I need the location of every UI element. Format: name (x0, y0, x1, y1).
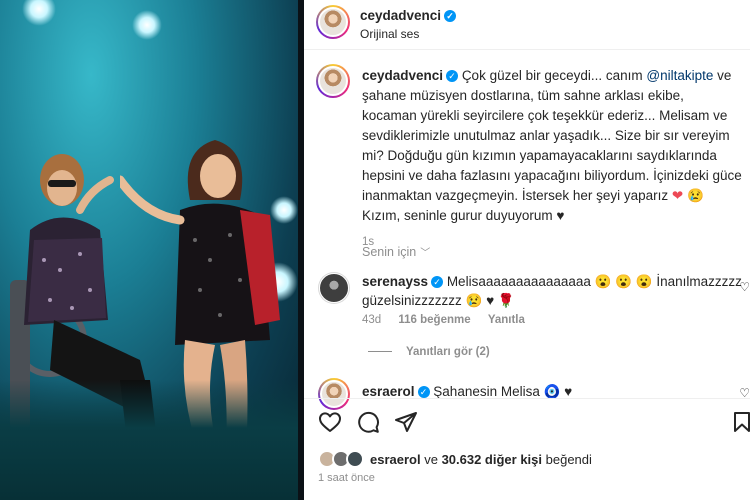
comment-like-count[interactable]: 116 beğenme (398, 314, 470, 326)
commenter-username[interactable]: esraerol (362, 384, 415, 399)
caption-avatar[interactable] (316, 64, 350, 98)
caption-part-2: ve şahane müzisyen dostlarına, tüm sahne… (362, 68, 742, 203)
sad-face-emoji: 😢 (686, 188, 704, 203)
author-username-row[interactable]: ceydadvenci ✓ (360, 8, 457, 23)
author-avatar[interactable] (316, 5, 350, 39)
liker-avatars[interactable] (318, 450, 366, 468)
likes-summary: esraerol ve 30.632 diğer kişi beğendi (318, 450, 592, 468)
caption-mention[interactable]: @niltakipte (646, 68, 713, 83)
likes-suffix: beğendi (542, 452, 592, 467)
red-heart-emoji: ❤ (671, 188, 684, 203)
caption-block: ceydadvenci ✓ Çok güzel bir geceydi... ca… (362, 66, 742, 248)
comment-like-heart-icon[interactable]: ♡ (739, 280, 750, 294)
comment-item: serenayss ✓ Melisaaaaaaaaaaaaaaa 😮 😮 😮 İn… (318, 272, 750, 336)
comment-item: esraerol ✓ Şahanesin Melisa 🧿 ♥ ♡ (318, 378, 750, 410)
caption-text: ceydadvenci ✓ Çok güzel bir geceydi... ca… (362, 66, 742, 226)
replies-line (368, 351, 392, 352)
stage-floor (0, 380, 304, 500)
caption-username[interactable]: ceydadvenci (362, 68, 443, 83)
caption-part-1: Çok güzel bir geceydi... canım (461, 68, 647, 83)
divider (304, 398, 750, 399)
post-timestamp[interactable]: 1 saat önce (318, 472, 375, 484)
author-username[interactable]: ceydadvenci (360, 8, 441, 23)
likes-connector: ve (420, 452, 442, 467)
verified-badge-icon: ✓ (444, 10, 457, 22)
comment-bubble-icon[interactable] (356, 410, 380, 434)
caption-part-3: Kızım, seninle gurur duyuyorum (362, 208, 557, 223)
post-action-bar (318, 410, 750, 436)
comment-body: Şahanesin Melisa 🧿 ♥ (429, 384, 573, 399)
verified-badge-icon: ✓ (431, 276, 444, 288)
view-replies-label: Yanıtları gör (2) (406, 346, 490, 358)
liker-avatar (346, 450, 364, 468)
stage-light (22, 0, 56, 26)
commenter-username[interactable]: serenayss (362, 274, 428, 289)
view-replies-button[interactable]: Yanıtları gör (2) (368, 346, 490, 358)
post-media[interactable] (0, 0, 304, 500)
like-heart-icon[interactable] (318, 410, 342, 434)
likes-count[interactable]: 30.632 diğer kişi (442, 452, 542, 467)
for-you-label: Senin için (362, 245, 417, 259)
comment-text: serenayss ✓ Melisaaaaaaaaaaaaaaa 😮 😮 😮 İn… (362, 272, 742, 310)
comment-actions: 43d 116 beğenme Yanıtla (362, 314, 539, 326)
share-paper-plane-icon[interactable] (394, 410, 418, 434)
save-bookmark-icon[interactable] (730, 410, 750, 434)
audio-label[interactable]: Orijinal ses (360, 27, 419, 41)
verified-badge-icon: ✓ (446, 70, 459, 82)
chevron-down-icon: ﹀ (420, 248, 431, 259)
comment-age: 43d (362, 314, 382, 326)
likes-first-user[interactable]: esraerol (370, 452, 421, 467)
post-header: ceydadvenci ✓ Orijinal ses (304, 0, 750, 50)
commenter-avatar[interactable] (318, 378, 350, 410)
stage-light (132, 10, 162, 40)
black-heart-emoji: ♥ (556, 208, 565, 223)
commenter-avatar[interactable] (318, 272, 350, 304)
verified-badge-icon: ✓ (417, 386, 430, 398)
post-details-pane: ceydadvenci ✓ Orijinal ses ceydadvenci ✓ Ç… (304, 0, 750, 500)
reply-button[interactable]: Yanıtla (488, 314, 525, 326)
for-you-filter[interactable]: Senin için ﹀ (362, 244, 430, 259)
